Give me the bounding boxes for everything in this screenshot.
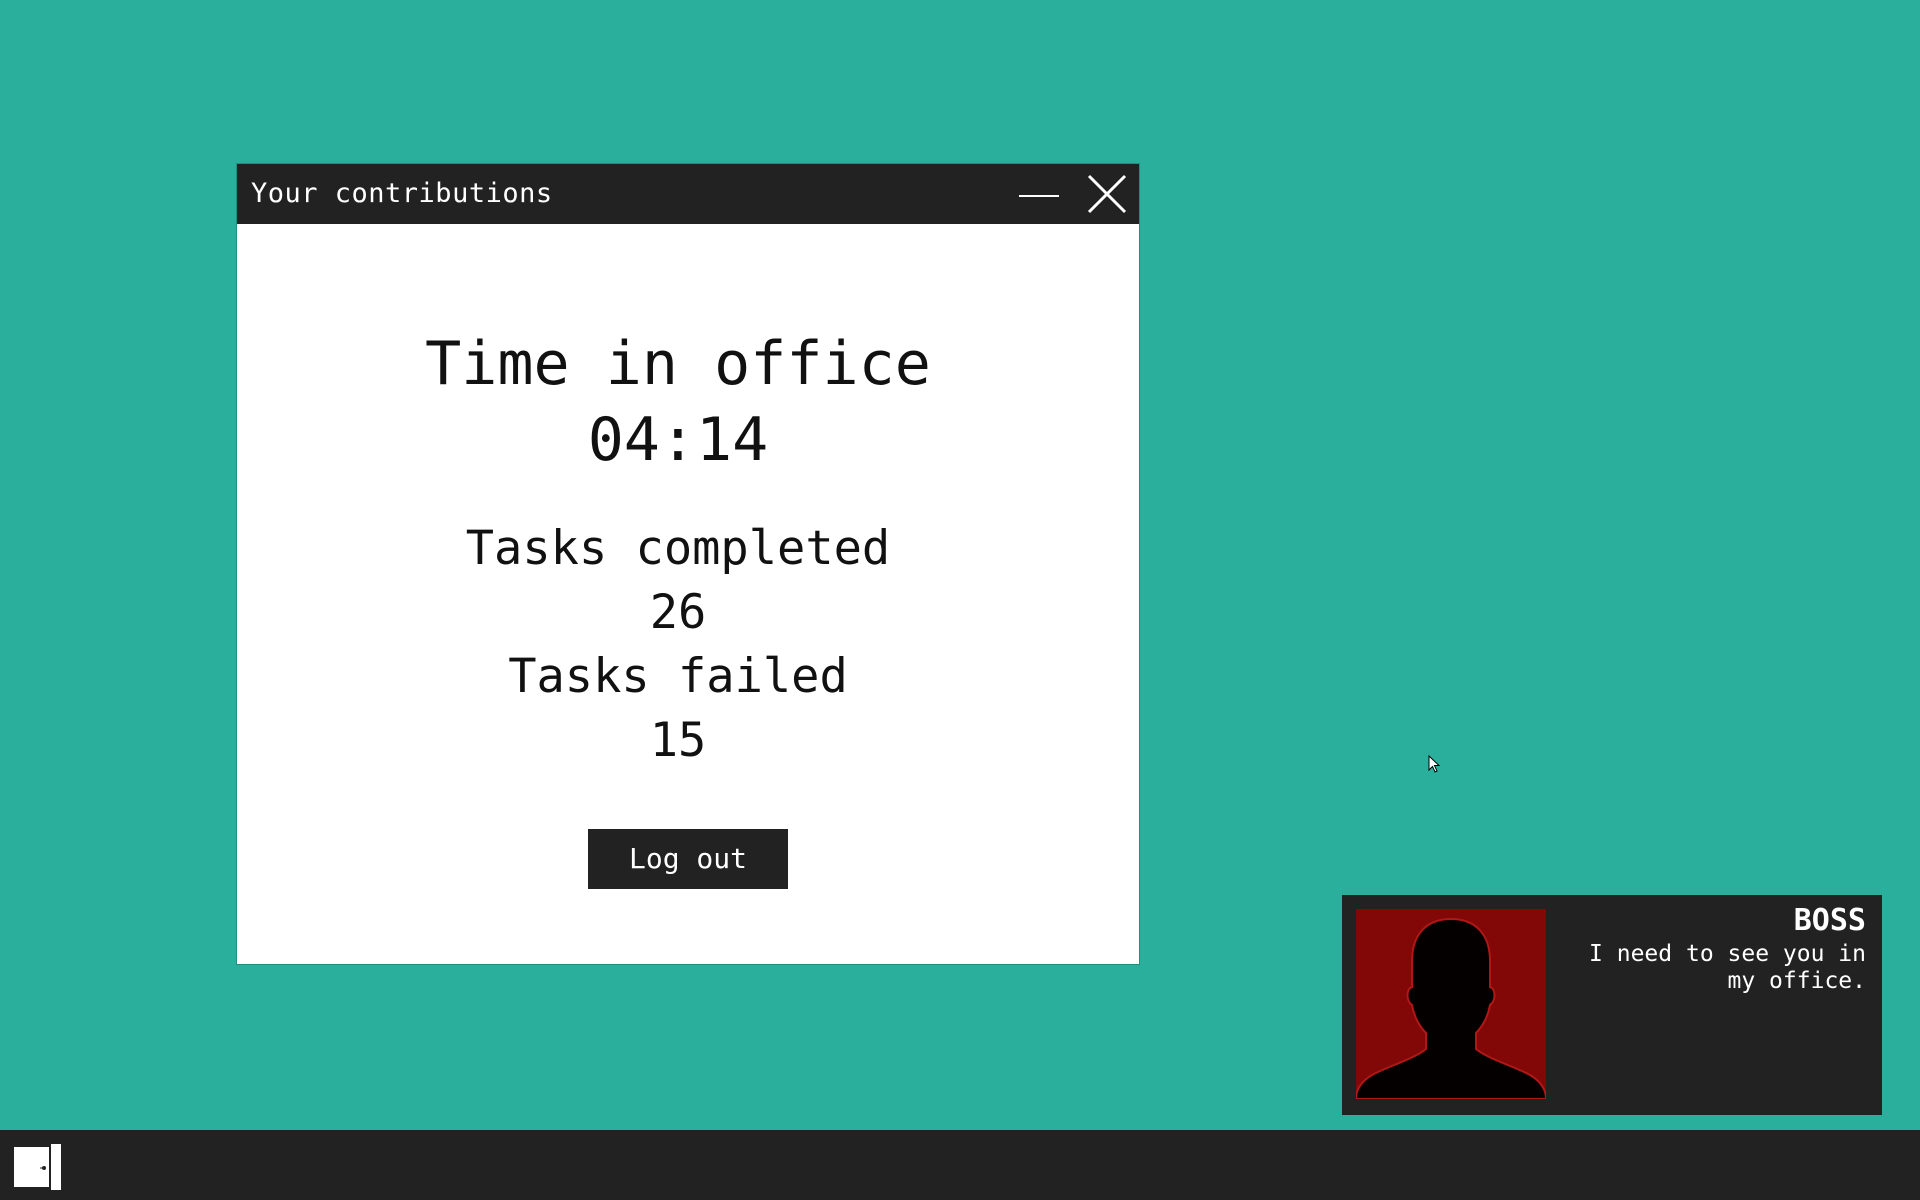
- close-icon: [1087, 174, 1127, 214]
- tasks-completed-label: Tasks completed: [465, 521, 891, 576]
- time-in-office-value: 04:14: [587, 405, 769, 475]
- tasks-completed-value: 26: [649, 585, 707, 640]
- person-silhouette-icon: [1356, 917, 1546, 1099]
- time-in-office-label: Time in office: [425, 329, 931, 399]
- window-content: Time in office 04:14 Tasks completed 26 …: [237, 224, 1139, 964]
- notification-sender: BOSS: [1793, 903, 1866, 938]
- window-title: Your contributions: [251, 178, 553, 209]
- boss-avatar: [1356, 909, 1546, 1099]
- minimize-icon: [1019, 195, 1059, 197]
- door-icon: [14, 1142, 63, 1192]
- start-button[interactable]: [10, 1141, 66, 1192]
- notification-message: I need to see you in my office.: [1589, 941, 1866, 994]
- close-button[interactable]: [1083, 170, 1131, 218]
- contributions-window: Your contributions Time in office 04:14 …: [237, 164, 1139, 964]
- minimize-button[interactable]: [1015, 170, 1063, 218]
- boss-notification[interactable]: BOSS I need to see you in my office.: [1342, 895, 1882, 1115]
- mouse-cursor-icon: [1428, 754, 1442, 775]
- taskbar: [0, 1130, 1920, 1200]
- logout-button[interactable]: Log out: [588, 829, 788, 889]
- tasks-failed-value: 15: [649, 713, 707, 768]
- window-titlebar[interactable]: Your contributions: [237, 164, 1139, 224]
- tasks-failed-label: Tasks failed: [508, 649, 848, 704]
